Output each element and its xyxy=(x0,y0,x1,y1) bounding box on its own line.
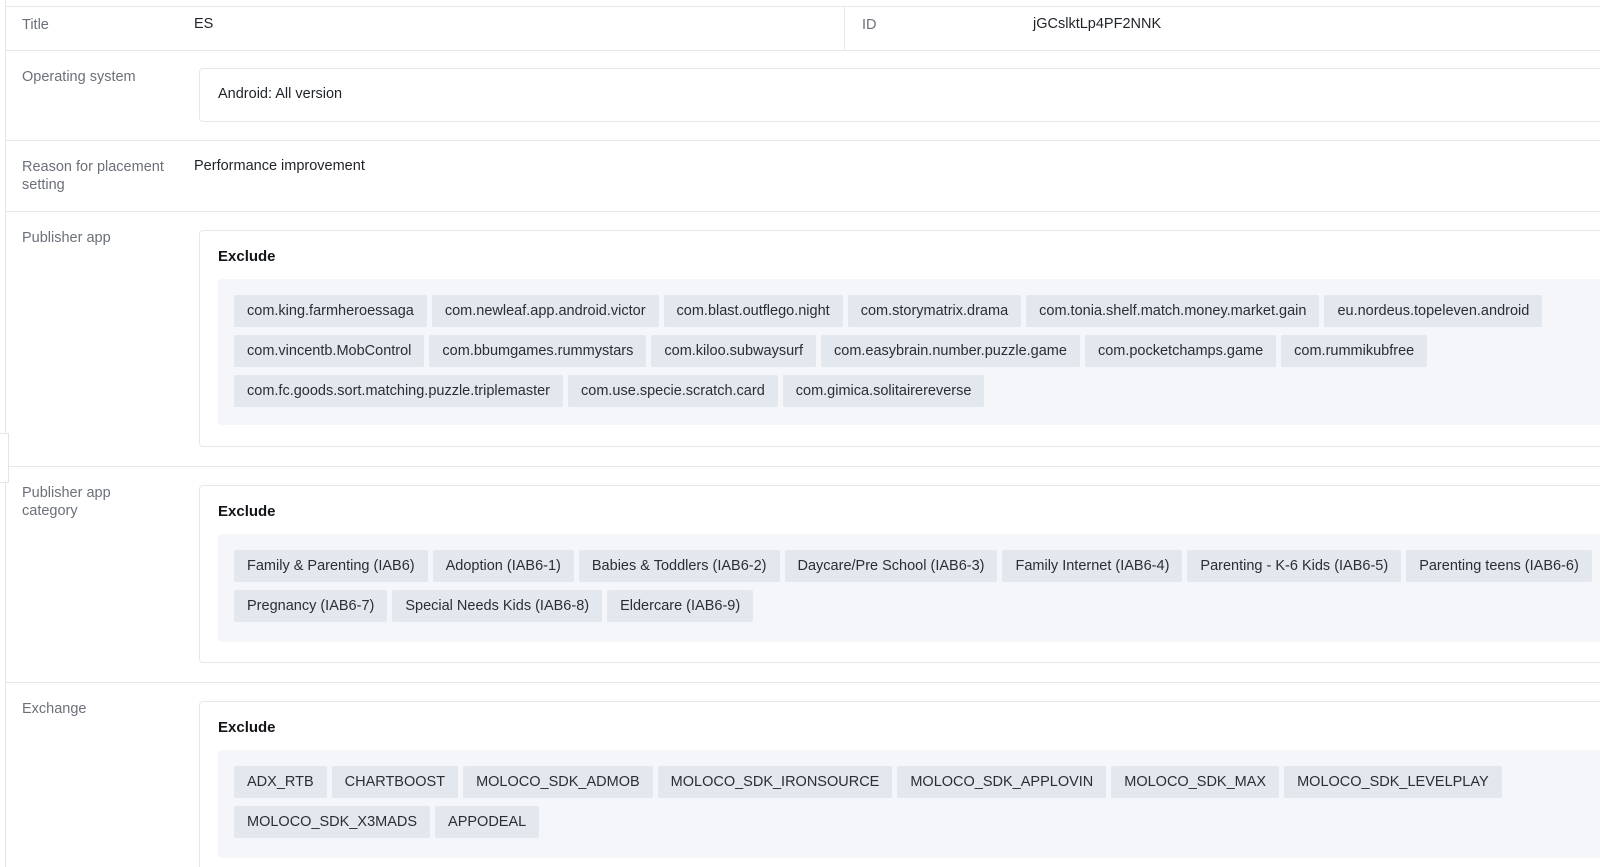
publisher-app-category-chip-list: Family & Parenting (IAB6) Adoption (IAB6… xyxy=(218,534,1600,642)
publisher-app-chip[interactable]: com.use.specie.scratch.card xyxy=(568,375,778,407)
publisher-app-category-label-line2: category xyxy=(22,503,78,519)
id-value: jGCslktLp4PF2NNK xyxy=(1033,16,1162,32)
title-row: Title ES ID jGCslktLp4PF2NNK xyxy=(6,6,1600,51)
reason-label-line2: setting xyxy=(22,177,65,193)
category-chip[interactable]: Family & Parenting (IAB6) xyxy=(234,550,428,582)
reason-value: Performance improvement xyxy=(194,158,365,174)
exchange-exclude-heading: Exclude xyxy=(218,719,276,736)
id-label: ID xyxy=(862,17,877,33)
exchange-chip[interactable]: MOLOCO_SDK_APPLOVIN xyxy=(897,766,1107,798)
exchange-chip[interactable]: ADX_RTB xyxy=(234,766,327,798)
title-label: Title xyxy=(22,17,49,33)
exchange-chip[interactable]: MOLOCO_SDK_MAX xyxy=(1111,766,1280,798)
exchange-chip[interactable]: MOLOCO_SDK_X3MADS xyxy=(234,806,431,838)
publisher-app-category-exclude-heading: Exclude xyxy=(218,503,276,520)
category-chip[interactable]: Adoption (IAB6-1) xyxy=(432,550,574,582)
category-chip[interactable]: Special Needs Kids (IAB6-8) xyxy=(392,590,603,622)
publisher-app-label: Publisher app xyxy=(22,230,111,246)
publisher-app-chip[interactable]: com.kiloo.subwaysurf xyxy=(651,335,816,367)
category-chip[interactable]: Parenting - K-6 Kids (IAB6-5) xyxy=(1187,550,1402,582)
publisher-app-category-label: Publisher app category xyxy=(22,484,182,520)
publisher-app-chip[interactable]: com.vincentb.MobControl xyxy=(234,335,425,367)
publisher-app-chip[interactable]: eu.nordeus.topeleven.android xyxy=(1324,295,1543,327)
publisher-app-category-row: Publisher app category Exclude Family & … xyxy=(6,467,1600,683)
category-chip[interactable]: Eldercare (IAB6-9) xyxy=(607,590,754,622)
exchange-chip[interactable]: MOLOCO_SDK_LEVELPLAY xyxy=(1284,766,1502,798)
publisher-app-chip[interactable]: com.tonia.shelf.match.money.market.gain xyxy=(1026,295,1320,327)
os-value-box: Android: All version xyxy=(199,68,1600,122)
publisher-app-chip[interactable]: com.gimica.solitairereverse xyxy=(782,375,985,407)
publisher-app-chip-list: com.king.farmheroessaga com.newleaf.app.… xyxy=(218,279,1600,425)
exchange-chip[interactable]: MOLOCO_SDK_ADMOB xyxy=(463,766,653,798)
publisher-app-chip[interactable]: com.rummikubfree xyxy=(1281,335,1428,367)
publisher-app-category-card: Exclude Family & Parenting (IAB6) Adopti… xyxy=(199,485,1600,663)
reason-row: Reason for placement setting Performance… xyxy=(6,141,1600,212)
exchange-card: Exclude ADX_RTB CHARTBOOST MOLOCO_SDK_AD… xyxy=(199,701,1600,867)
exchange-chip[interactable]: APPODEAL xyxy=(435,806,540,838)
publisher-app-category-label-line1: Publisher app xyxy=(22,485,111,501)
exchange-chip[interactable]: MOLOCO_SDK_IRONSOURCE xyxy=(657,766,893,798)
publisher-app-chip[interactable]: com.newleaf.app.android.victor xyxy=(431,295,659,327)
category-chip[interactable]: Pregnancy (IAB6-7) xyxy=(234,590,388,622)
publisher-app-chip[interactable]: com.king.farmheroessaga xyxy=(234,295,427,327)
placement-detail-page: Title ES ID jGCslktLp4PF2NNK Operating s… xyxy=(0,0,1600,867)
reason-label-line1: Reason for placement xyxy=(22,159,164,175)
publisher-app-chip[interactable]: com.fc.goods.sort.matching.puzzle.triple… xyxy=(234,375,564,407)
category-chip[interactable]: Babies & Toddlers (IAB6-2) xyxy=(578,550,780,582)
title-value: ES xyxy=(194,16,214,32)
category-chip[interactable]: Family Internet (IAB6-4) xyxy=(1002,550,1183,582)
os-value: Android: All version xyxy=(218,86,343,102)
category-chip[interactable]: Daycare/Pre School (IAB6-3) xyxy=(784,550,998,582)
publisher-app-chip[interactable]: com.pocketchamps.game xyxy=(1084,335,1277,367)
os-label: Operating system xyxy=(22,69,136,85)
publisher-app-card: Exclude com.king.farmheroessaga com.newl… xyxy=(199,230,1600,447)
exchange-label: Exchange xyxy=(22,701,87,717)
category-chip[interactable]: Parenting teens (IAB6-6) xyxy=(1406,550,1592,582)
publisher-app-chip[interactable]: com.bbumgames.rummystars xyxy=(429,335,647,367)
publisher-app-chip[interactable]: com.storymatrix.drama xyxy=(847,295,1022,327)
exchange-row: Exchange Exclude ADX_RTB CHARTBOOST MOLO… xyxy=(6,683,1600,867)
publisher-app-row: Publisher app Exclude com.king.farmheroe… xyxy=(6,212,1600,467)
os-row: Operating system Android: All version xyxy=(6,51,1600,141)
title-id-divider xyxy=(844,7,845,50)
exchange-chip[interactable]: CHARTBOOST xyxy=(331,766,459,798)
publisher-app-chip[interactable]: com.easybrain.number.puzzle.game xyxy=(821,335,1080,367)
publisher-app-chip[interactable]: com.blast.outflego.night xyxy=(663,295,843,327)
exchange-chip-list: ADX_RTB CHARTBOOST MOLOCO_SDK_ADMOB MOLO… xyxy=(218,750,1600,858)
publisher-app-exclude-heading: Exclude xyxy=(218,248,276,265)
reason-label: Reason for placement setting xyxy=(22,158,182,194)
